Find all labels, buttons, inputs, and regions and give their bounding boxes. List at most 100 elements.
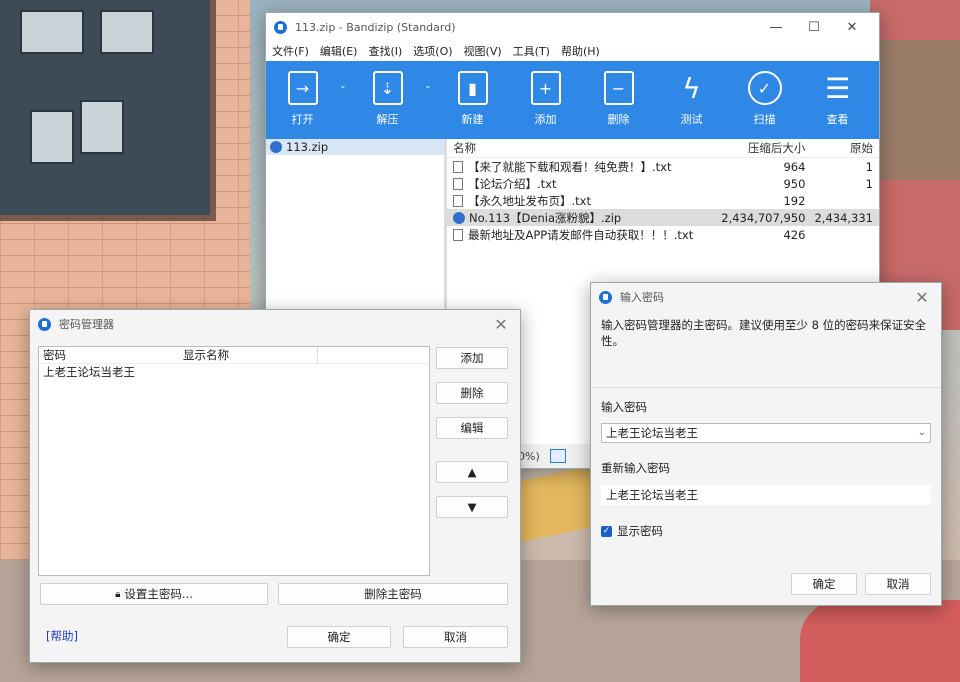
cancel-button[interactable]: 取消 [403, 626, 508, 648]
menu-find[interactable]: 查找(I) [368, 43, 402, 59]
scan-button[interactable]: ✓ 扫描 [728, 61, 801, 139]
list-view-icon: ☰ [824, 71, 851, 105]
menu-help[interactable]: 帮助(H) [561, 43, 600, 59]
add-label: 添加 [534, 113, 557, 126]
wallpaper-book [80, 100, 124, 154]
delete-button[interactable]: − 删除 [582, 61, 655, 139]
delete-password-button[interactable]: 删除 [436, 382, 508, 404]
password-list: 密码 显示名称 上老王论坛当老王 [38, 346, 430, 576]
minimize-icon[interactable]: — [757, 20, 795, 35]
extract-icon: ⇣ [372, 71, 403, 105]
open-label: 打开 [291, 113, 314, 126]
divider [591, 387, 941, 388]
scan-label: 扫描 [753, 113, 776, 126]
view-button[interactable]: ☰ 查看 [801, 61, 874, 139]
file-size: 2,434,707,950 [721, 210, 806, 225]
table-row[interactable]: 【论坛介绍】.txt 950 1 [447, 175, 879, 192]
show-password-checkbox[interactable]: ✓ 显示密码 [601, 523, 663, 539]
extract-dropdown-icon[interactable]: ⌄ [424, 61, 436, 91]
close-icon[interactable]: ✕ [490, 313, 512, 335]
password-manager-titlebar: 密码管理器 ✕ [30, 310, 520, 338]
tree-item-archive[interactable]: 113.zip [266, 139, 444, 155]
file-orig-size: 1 [865, 176, 873, 191]
text-file-icon [453, 160, 463, 173]
enter-password-dialog: 输入密码 ✕ 输入密码管理器的主密码。建议使用至少 8 位的密码来保证安全性。 … [590, 282, 942, 606]
edit-password-button[interactable]: 编辑 [436, 417, 508, 439]
bandizip-app-icon [38, 317, 51, 331]
delete-label: 删除 [607, 113, 630, 126]
delete-master-password-button[interactable]: 删除主密码 [278, 583, 508, 605]
shield-icon: ✓ [747, 71, 782, 105]
file-orig-size: 2,434,331 [814, 210, 873, 225]
file-list-header: ⌃ 名称 压缩后大小 原始 [447, 139, 879, 158]
enter-password-titlebar: 输入密码 ✕ [591, 283, 941, 311]
add-password-button[interactable]: 添加 [436, 347, 508, 369]
extract-label: 解压 [376, 113, 399, 126]
close-icon[interactable]: ✕ [911, 286, 933, 308]
test-button[interactable]: ϟ 测试 [655, 61, 728, 139]
table-row[interactable]: 【永久地址发布页】.txt 192 [447, 192, 879, 209]
wallpaper-red-object [800, 600, 960, 682]
open-icon: → [287, 71, 318, 105]
archive-icon [270, 141, 282, 153]
bandizip-app-icon [274, 20, 287, 34]
wallpaper-right-panel [870, 40, 960, 180]
file-size: 964 [783, 159, 806, 174]
toolbar: → 打开 ⌄ ⇣ 解压 ⌄ ▮ 新建 + 添加 − 删除 ϟ 测试 ✓ 扫描 ☰… [266, 61, 879, 139]
menubar: 文件(F) 编辑(E) 查找(I) 选项(O) 视图(V) 工具(T) 帮助(H… [266, 41, 879, 61]
table-row-selected[interactable]: No.113【Denia涨粉貌】.zip 2,434,707,950 2,434… [447, 209, 879, 226]
new-archive-icon: ▮ [457, 71, 488, 105]
password-input[interactable]: 上老王论坛当老王 ⌄ [601, 423, 931, 443]
repeat-password-input[interactable]: 上老王论坛当老王 [601, 485, 931, 505]
dialog-title: 输入密码 [620, 291, 664, 304]
menu-tools[interactable]: 工具(T) [513, 43, 550, 59]
maximize-icon[interactable]: ☐ [795, 20, 833, 35]
file-name: 【论坛介绍】.txt [468, 176, 557, 191]
column-name[interactable]: 名称 [447, 140, 704, 156]
repeat-password-value: 上老王论坛当老王 [606, 488, 698, 502]
column-display-name[interactable]: 显示名称 [179, 347, 318, 363]
new-label: 新建 [461, 113, 484, 126]
ok-button[interactable]: 确定 [287, 626, 391, 648]
details-view-icon[interactable] [549, 449, 566, 463]
menu-options[interactable]: 选项(O) [413, 43, 452, 59]
open-button[interactable]: → 打开 [266, 61, 339, 139]
set-master-label: 设置主密码... [124, 587, 193, 601]
move-down-button[interactable]: ▼ [436, 496, 508, 518]
lock-icon: 🔒︎ [115, 588, 121, 600]
list-item[interactable]: 上老王论坛当老王 [39, 364, 429, 380]
column-original-size[interactable]: 原始 [805, 140, 879, 156]
bandizip-titlebar: 113.zip - Bandizip (Standard) — ☐ ✕ [266, 13, 879, 41]
table-row[interactable]: 最新地址及APP请发邮件自动获取！！！.txt 426 [447, 226, 879, 243]
cancel-button[interactable]: 取消 [865, 573, 931, 595]
close-icon[interactable]: ✕ [833, 20, 871, 35]
set-master-password-button[interactable]: 🔒︎ 设置主密码... [40, 583, 268, 605]
menu-edit[interactable]: 编辑(E) [320, 43, 358, 59]
test-label: 测试 [680, 113, 703, 126]
table-row[interactable]: 【来了就能下载和观看！纯免费！】.txt 964 1 [447, 158, 879, 175]
wallpaper-shelf [0, 0, 216, 221]
file-size: 426 [783, 227, 806, 242]
menu-view[interactable]: 视图(V) [464, 43, 502, 59]
chevron-down-icon[interactable]: ⌄ [918, 427, 926, 438]
open-dropdown-icon[interactable]: ⌄ [339, 61, 351, 91]
add-button[interactable]: + 添加 [509, 61, 582, 139]
menu-file[interactable]: 文件(F) [272, 43, 309, 59]
extract-button[interactable]: ⇣ 解压 [351, 61, 424, 139]
password-manager-dialog: 密码管理器 ✕ 密码 显示名称 上老王论坛当老王 添加 删除 编辑 ▲ ▼ 🔒︎… [29, 309, 521, 663]
sort-arrow-icon: ⌃ [583, 139, 591, 145]
password-label: 输入密码 [601, 400, 647, 414]
file-orig-size: 1 [865, 159, 873, 174]
new-button[interactable]: ▮ 新建 [436, 61, 509, 139]
file-size: 192 [783, 193, 806, 208]
help-link[interactable]: [帮助] [46, 628, 78, 644]
ok-button[interactable]: 确定 [791, 573, 857, 595]
show-password-label: 显示密码 [617, 524, 663, 538]
password-list-header: 密码 显示名称 [39, 347, 429, 364]
window-title: 113.zip - Bandizip (Standard) [295, 20, 456, 34]
dialog-description: 输入密码管理器的主密码。建议使用至少 8 位的密码来保证安全性。 [601, 318, 927, 348]
file-name: No.113【Denia涨粉貌】.zip [469, 210, 622, 225]
move-up-button[interactable]: ▲ [436, 461, 508, 483]
column-password[interactable]: 密码 [39, 347, 179, 363]
column-compressed-size[interactable]: 压缩后大小 [704, 140, 806, 156]
